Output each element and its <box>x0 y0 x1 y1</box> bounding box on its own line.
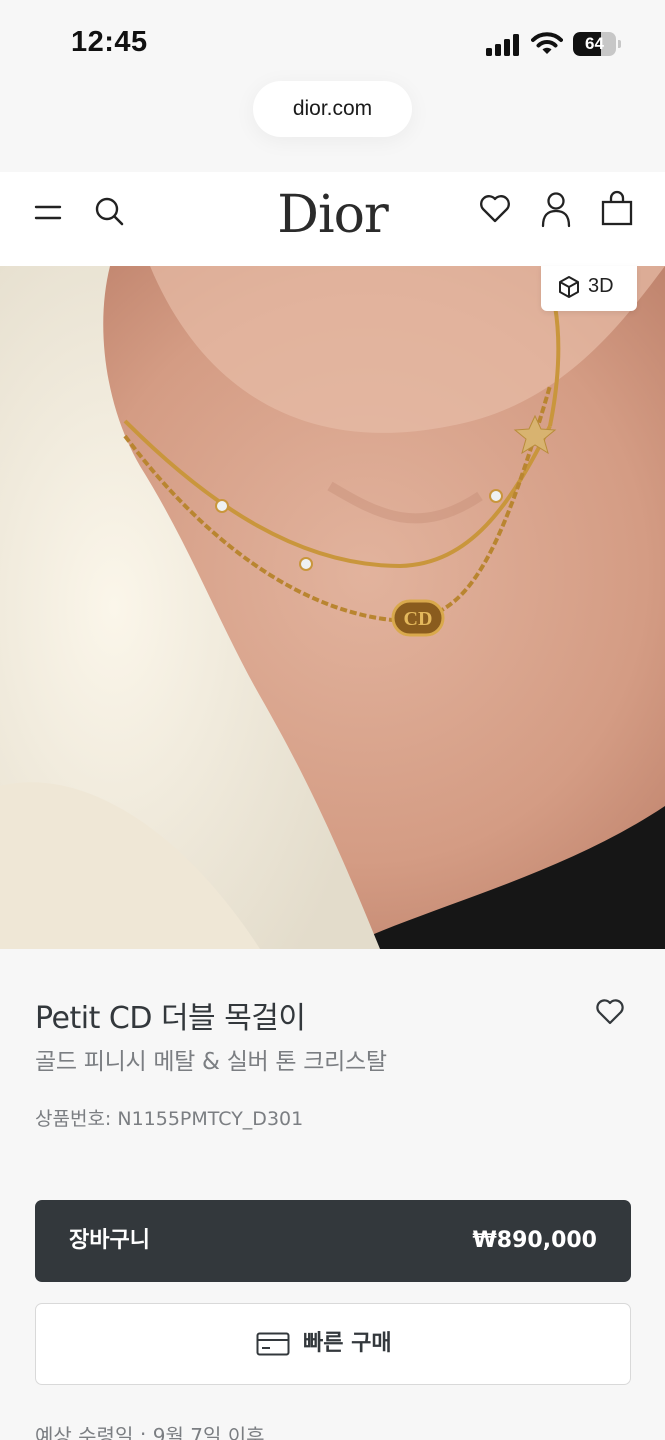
product-subtitle: 골드 피니시 메탈 & 실버 톤 크리스탈 <box>35 1049 387 1075</box>
svg-text:CD: CD <box>404 608 433 630</box>
cart-label: 장바구니 <box>69 1228 150 1253</box>
add-to-cart-button[interactable]: 장바구니 ₩890,000 <box>35 1200 631 1282</box>
quick-buy-button[interactable]: 빠른 구매 <box>35 1303 631 1385</box>
cellular-signal-icon <box>486 34 519 56</box>
wifi-icon <box>531 32 563 54</box>
status-time: 12:45 <box>71 26 148 58</box>
shopping-bag-icon[interactable] <box>600 190 634 228</box>
menu-icon[interactable] <box>33 198 63 228</box>
product-title: Petit CD 더블 목걸이 <box>35 1001 306 1036</box>
battery-level: 64 <box>585 34 604 53</box>
site-header: Dior <box>0 172 665 266</box>
cube-icon <box>559 276 579 298</box>
quick-buy-label: 빠른 구매 <box>303 1331 392 1356</box>
address-bar[interactable]: dior.com <box>253 81 412 137</box>
product-price: ₩890,000 <box>472 1228 597 1253</box>
battery-icon: 64 <box>573 32 621 56</box>
product-sku: 상품번호: N1155PMTCY_D301 <box>35 1108 304 1130</box>
heart-icon[interactable] <box>594 996 626 1028</box>
view-3d-label: 3D <box>588 275 614 297</box>
credit-card-icon <box>256 1332 290 1356</box>
heart-icon[interactable] <box>478 192 512 226</box>
status-bar: 12:45 64 <box>0 0 665 78</box>
dior-logo[interactable]: Dior <box>270 180 395 250</box>
product-photo: CD <box>0 266 665 949</box>
search-icon[interactable] <box>93 195 125 227</box>
estimated-delivery: 예상 수령일 : 9월 7일 이후 <box>35 1424 265 1440</box>
account-icon[interactable] <box>539 190 573 228</box>
product-image-gallery[interactable]: CD <box>0 266 665 949</box>
view-3d-button[interactable]: 3D <box>541 266 637 311</box>
